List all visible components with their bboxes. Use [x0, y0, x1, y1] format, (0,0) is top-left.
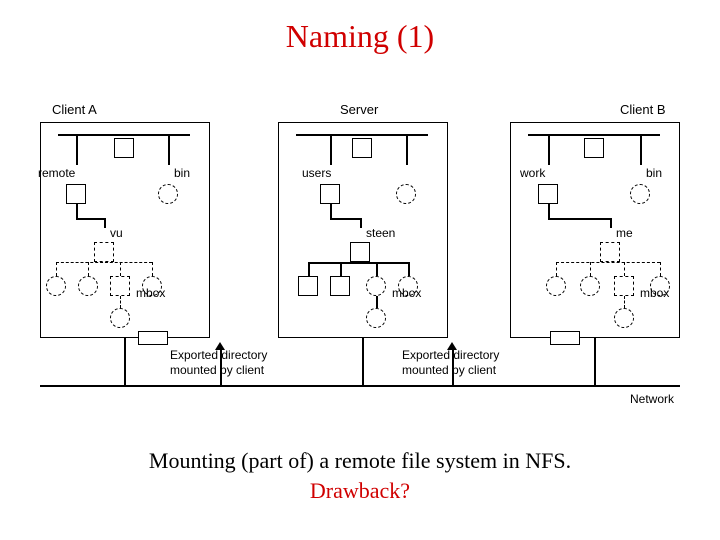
leaf-dir — [110, 276, 130, 296]
node-mbox-a — [110, 308, 130, 328]
edge — [330, 135, 332, 165]
edge — [610, 218, 612, 228]
edge — [76, 135, 78, 165]
host-label-client-b: Client B — [620, 102, 666, 117]
network-line — [40, 385, 680, 387]
host-label-client-a: Client A — [52, 102, 97, 117]
dir-label-vu: vu — [110, 226, 123, 240]
node-root-s — [352, 138, 372, 158]
leaf — [546, 276, 566, 296]
node-root-b — [584, 138, 604, 158]
edge — [408, 262, 410, 276]
slide-title: Naming (1) — [0, 0, 720, 55]
leaf — [366, 276, 386, 296]
leaf — [580, 276, 600, 296]
leaf-dir — [614, 276, 634, 296]
node-mbox-s — [366, 308, 386, 328]
edge — [340, 262, 342, 276]
leaf — [46, 276, 66, 296]
edge-dashed — [590, 262, 591, 276]
edge — [548, 135, 550, 165]
dir-label-mbox-b: mbox — [640, 286, 669, 300]
node-bin-a — [158, 184, 178, 204]
edge — [376, 296, 378, 308]
leaf-dir — [330, 276, 350, 296]
edge — [168, 135, 170, 165]
mount-box-b — [550, 331, 580, 345]
edge — [548, 218, 610, 220]
edge-dashed — [556, 262, 660, 263]
export-line1-a: Exported directory — [170, 348, 267, 362]
leaf-dir — [298, 276, 318, 296]
mount-box-a — [138, 331, 168, 345]
caption-line1: Mounting (part of) a remote file system … — [0, 448, 720, 474]
edge-dashed — [152, 262, 153, 276]
dir-label-bin-b: bin — [646, 166, 662, 180]
edge-dashed — [56, 262, 57, 276]
node-vu-mounted — [94, 242, 114, 262]
edge — [360, 218, 362, 228]
dir-label-mbox-a: mbox — [136, 286, 165, 300]
export-line2-a: mounted by client — [170, 363, 264, 377]
export-label-b: Exported directory mounted by client — [402, 348, 499, 378]
edge-dashed — [556, 262, 557, 276]
node-steen — [350, 242, 370, 262]
edge-dashed — [624, 262, 625, 276]
dir-label-bin: bin — [174, 166, 190, 180]
net-drop-s — [362, 338, 364, 385]
edge — [640, 135, 642, 165]
node-me-mounted — [600, 242, 620, 262]
node-users — [320, 184, 340, 204]
edge-dashed — [120, 262, 121, 276]
network-label: Network — [630, 392, 674, 406]
edge-dashed — [120, 296, 121, 308]
dir-label-mbox-s: mbox — [392, 286, 421, 300]
caption-line2: Drawback? — [0, 478, 720, 504]
edge — [308, 262, 408, 264]
dir-label-remote: remote — [38, 166, 75, 180]
nfs-diagram: Client A Server Client B remote bin vu m… — [40, 90, 680, 410]
edge — [76, 218, 104, 220]
header-bar-a — [58, 134, 190, 136]
net-drop-a — [124, 338, 126, 385]
export-line2-b: mounted by client — [402, 363, 496, 377]
header-bar-s — [296, 134, 428, 136]
edge-dashed — [624, 296, 625, 308]
dir-label-users: users — [302, 166, 331, 180]
host-label-server: Server — [340, 102, 378, 117]
edge — [376, 262, 378, 276]
node-bin-b — [630, 184, 650, 204]
net-drop-b — [594, 338, 596, 385]
dir-label-me: me — [616, 226, 633, 240]
leaf — [78, 276, 98, 296]
edge-dashed — [660, 262, 661, 276]
dir-label-work: work — [520, 166, 545, 180]
node-mbox-b — [614, 308, 634, 328]
edge — [104, 218, 106, 228]
edge — [330, 204, 332, 218]
edge-dashed — [56, 262, 152, 263]
node-work — [538, 184, 558, 204]
edge — [308, 262, 310, 276]
edge — [330, 218, 360, 220]
edge — [548, 204, 550, 218]
dir-label-steen: steen — [366, 226, 395, 240]
edge — [406, 135, 408, 165]
leaf — [396, 184, 416, 204]
export-label-a: Exported directory mounted by client — [170, 348, 267, 378]
edge — [76, 204, 78, 218]
node-remote — [66, 184, 86, 204]
export-line1-b: Exported directory — [402, 348, 499, 362]
edge-dashed — [88, 262, 89, 276]
node-root-a — [114, 138, 134, 158]
